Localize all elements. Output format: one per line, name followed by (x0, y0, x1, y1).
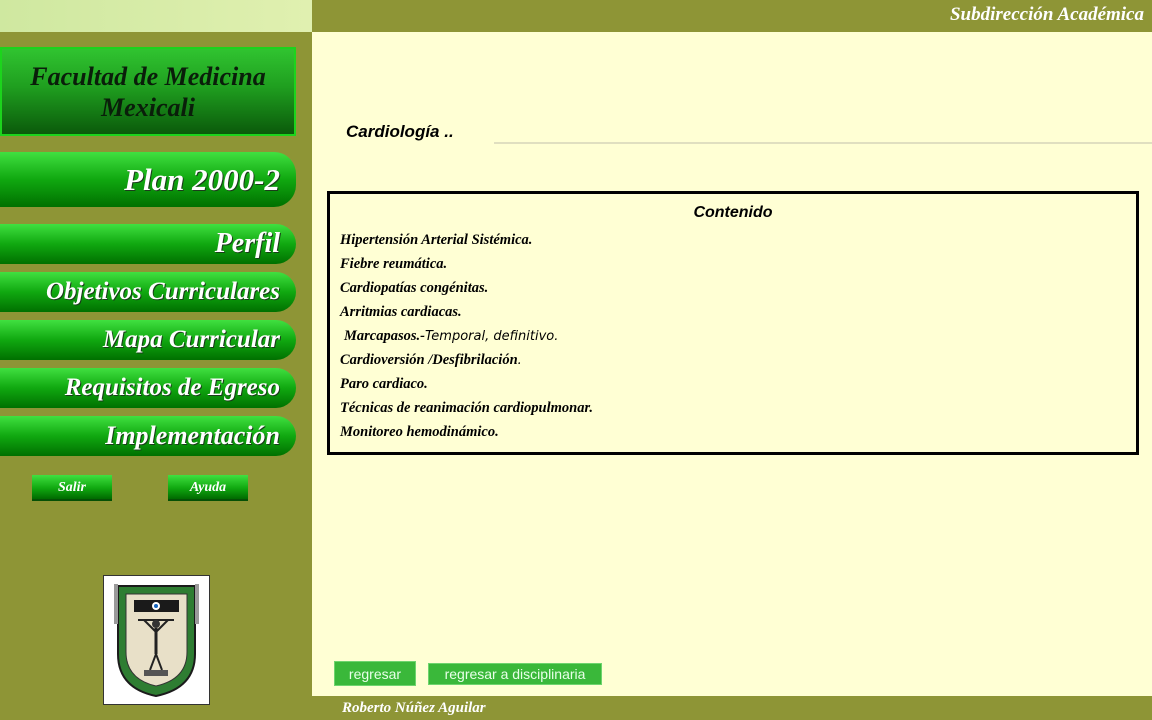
nav-plan[interactable]: Plan 2000-2 (0, 152, 296, 207)
nav-mapa-curricular[interactable]: Mapa Curricular (0, 320, 296, 360)
content-item: Cardioversión /Desfibrilación. (340, 352, 522, 369)
nav-perfil[interactable]: Perfil (0, 224, 296, 264)
salir-button[interactable]: Salir (32, 475, 112, 501)
regresar-button[interactable]: regresar (334, 661, 416, 686)
content-item-detail: Temporal, definitivo. (424, 329, 559, 344)
content-item-label: Marcapasos.- (344, 328, 425, 344)
subject-divider (494, 142, 1152, 144)
subject-title: Cardiología .. (346, 122, 454, 141)
nav-implementacion[interactable]: Implementación (0, 416, 296, 456)
header-title: Subdirección Académica (949, 4, 1144, 25)
content-item: Arritmias cardiacas. (340, 304, 462, 320)
content-box: Contenido Hipertensión Arterial Sistémic… (327, 191, 1139, 455)
content-item-detail: . (517, 353, 522, 368)
footer-bar: Roberto Núñez Aguilar (312, 696, 1152, 720)
regresar-disciplinaria-button[interactable]: regresar a disciplinaria (428, 663, 602, 685)
header-bar: Subdirección Académica (312, 0, 1152, 32)
seal-emblem-icon (112, 582, 201, 698)
content-item: Cardiopatías congénitas. (340, 280, 489, 296)
faculty-line-1: Facultad de Medicina (30, 62, 266, 91)
content-box-title: Contenido (693, 204, 773, 221)
university-seal (103, 575, 210, 705)
top-left-bar (0, 0, 312, 32)
content-item-label: Cardioversión /Desfibrilación (340, 352, 518, 368)
content-item: Paro cardiaco. (340, 376, 428, 392)
content-item: Fiebre reumática. (340, 256, 448, 272)
ayuda-button[interactable]: Ayuda (168, 475, 248, 501)
faculty-line-2: Mexicali (101, 93, 195, 122)
faculty-title: Facultad de Medicina Mexicali (0, 47, 296, 136)
content-item: Técnicas de reanimación cardiopulmonar. (340, 400, 593, 416)
nav-requisitos-de-egreso[interactable]: Requisitos de Egreso (0, 368, 296, 408)
nav-objetivos-curriculares[interactable]: Objetivos Curriculares (0, 272, 296, 312)
content-item: Hipertensión Arterial Sistémica. (340, 232, 533, 248)
content-item: Monitoreo hemodinámico. (340, 424, 499, 440)
author-name: Roberto Núñez Aguilar (342, 700, 486, 716)
content-item: Marcapasos.-Temporal, definitivo. (344, 328, 558, 345)
